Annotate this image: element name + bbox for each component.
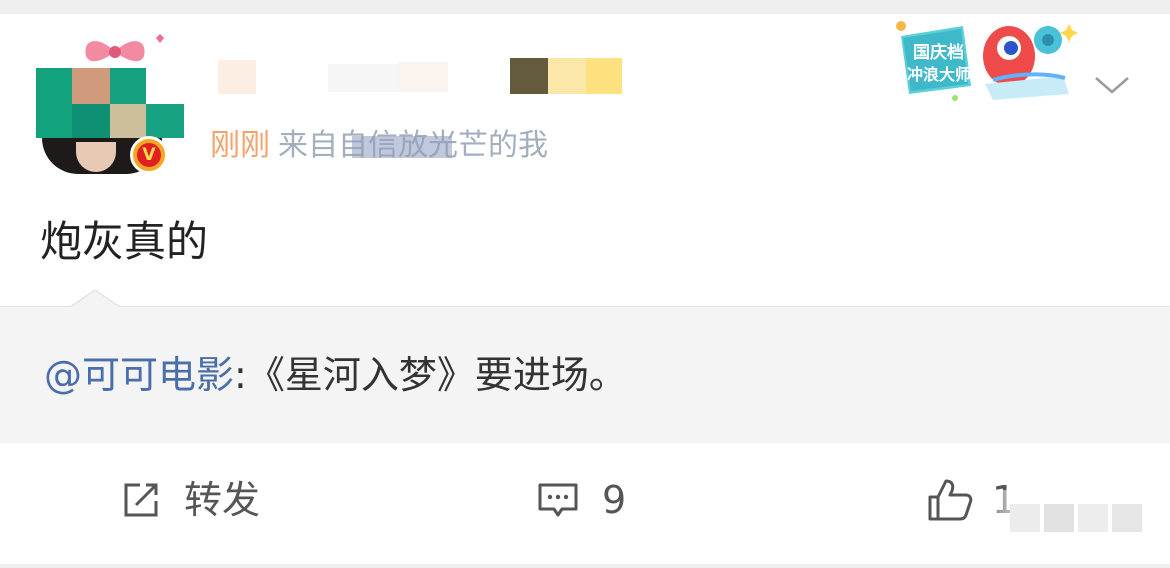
- post-text: 炮灰真的: [40, 217, 209, 266]
- thumbs-up-icon: [928, 479, 973, 521]
- share-label: 转发: [184, 478, 261, 522]
- bow-decoration: [85, 34, 164, 62]
- share-button[interactable]: 转发: [120, 470, 260, 530]
- comment-button[interactable]: 9: [536, 470, 626, 530]
- verified-mark: V: [137, 143, 161, 167]
- repost-notch: [70, 290, 120, 318]
- comment-icon: [538, 483, 578, 517]
- verified-badge: V: [130, 136, 168, 174]
- post-time: 刚刚: [210, 128, 270, 163]
- more-chevron[interactable]: [1092, 70, 1132, 100]
- repost-text: @可可电影:《星河入梦》要进场。: [44, 349, 627, 401]
- watermark-redacted: [1010, 500, 1160, 536]
- holiday-badge[interactable]: 国庆档 冲浪大师: [893, 14, 1083, 108]
- repost-body: :《星河入梦》要进场。: [234, 353, 627, 397]
- post-source[interactable]: 来自自信放光芒的我: [278, 128, 548, 163]
- share-icon: [124, 483, 158, 517]
- post-meta: 刚刚 来自自信放光芒的我: [210, 128, 548, 164]
- repost-mention[interactable]: @可可电影: [44, 353, 234, 397]
- badge-line2: 冲浪大师: [907, 65, 971, 84]
- badge-line1: 国庆档: [913, 42, 964, 63]
- chevron-down-icon: [1095, 77, 1129, 94]
- username-redacted[interactable]: [218, 58, 622, 96]
- comment-count: 9: [602, 478, 627, 522]
